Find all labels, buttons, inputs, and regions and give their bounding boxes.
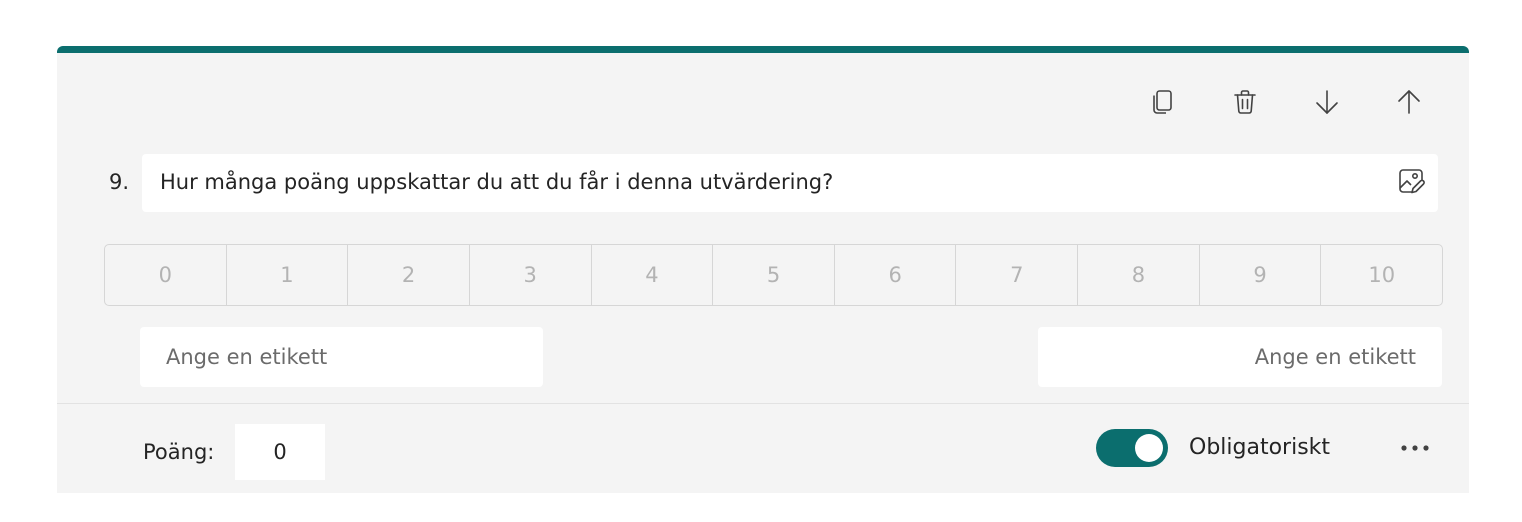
right-label-input[interactable]: Ange en etikett bbox=[1038, 327, 1442, 387]
accent-bar bbox=[57, 46, 1469, 53]
required-label: Obligatoriskt bbox=[1189, 435, 1331, 460]
required-toggle[interactable] bbox=[1096, 429, 1168, 467]
scale-option[interactable]: 3 bbox=[470, 245, 592, 305]
image-edit-icon bbox=[1396, 166, 1426, 200]
scale-option[interactable]: 7 bbox=[956, 245, 1079, 305]
scale-option[interactable]: 1 bbox=[227, 245, 349, 305]
arrow-down-icon bbox=[1313, 88, 1341, 120]
scale-option[interactable]: 9 bbox=[1200, 245, 1322, 305]
scale-option[interactable]: 8 bbox=[1078, 245, 1200, 305]
scale-option[interactable]: 4 bbox=[592, 245, 714, 305]
more-icon bbox=[1400, 437, 1430, 456]
left-label-placeholder: Ange en etikett bbox=[166, 345, 328, 369]
scale-option[interactable]: 10 bbox=[1321, 245, 1442, 305]
copy-button[interactable] bbox=[1145, 86, 1181, 122]
scale-option[interactable]: 5 bbox=[713, 245, 835, 305]
points-input[interactable]: 0 bbox=[235, 424, 325, 480]
trash-icon bbox=[1231, 88, 1259, 120]
question-number: 9. bbox=[109, 170, 130, 194]
question-card: 9. Hur många poäng uppskattar du att du … bbox=[57, 46, 1469, 493]
toggle-knob bbox=[1135, 434, 1163, 462]
question-text: Hur många poäng uppskattar du att du får… bbox=[160, 170, 834, 194]
rating-scale: 0 1 2 3 4 5 6 7 8 9 10 bbox=[104, 244, 1443, 306]
move-down-button[interactable] bbox=[1309, 86, 1345, 122]
arrow-up-icon bbox=[1395, 88, 1423, 120]
right-label-placeholder: Ange en etikett bbox=[1254, 345, 1416, 369]
insert-media-button[interactable] bbox=[1394, 166, 1428, 200]
move-up-button[interactable] bbox=[1391, 86, 1427, 122]
scale-option[interactable]: 2 bbox=[348, 245, 470, 305]
copy-icon bbox=[1149, 88, 1177, 120]
divider bbox=[57, 403, 1469, 404]
more-options-button[interactable] bbox=[1395, 428, 1435, 464]
question-toolbar bbox=[1145, 86, 1427, 122]
left-label-input[interactable]: Ange en etikett bbox=[140, 327, 543, 387]
points-label: Poäng: bbox=[143, 440, 215, 464]
points-value: 0 bbox=[273, 440, 287, 464]
scale-option[interactable]: 6 bbox=[835, 245, 957, 305]
scale-option[interactable]: 0 bbox=[105, 245, 227, 305]
question-input[interactable]: Hur många poäng uppskattar du att du får… bbox=[142, 154, 1438, 212]
delete-button[interactable] bbox=[1227, 86, 1263, 122]
